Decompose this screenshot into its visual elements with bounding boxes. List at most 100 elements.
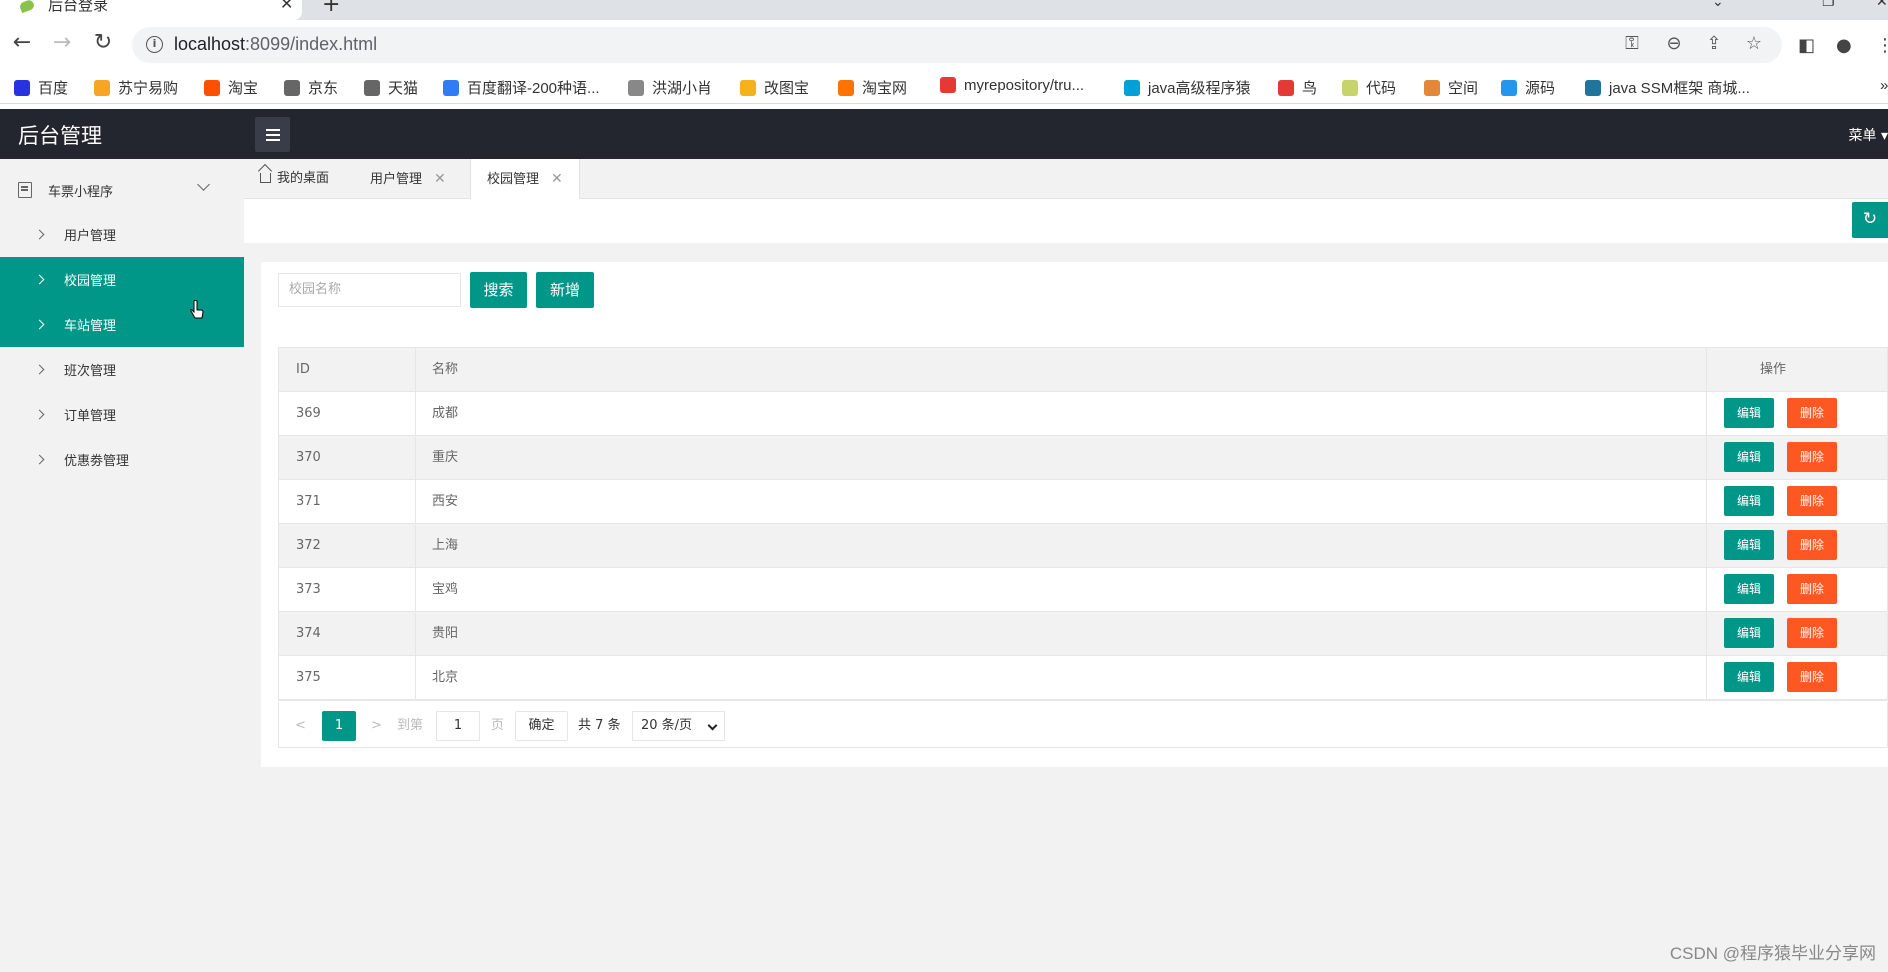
delete-button[interactable]: 删除 bbox=[1787, 574, 1837, 604]
edit-button[interactable]: 编辑 bbox=[1724, 574, 1774, 604]
side-panel-icon[interactable]: ◧ bbox=[1798, 35, 1815, 56]
page-size-select[interactable]: 20 条/页 bbox=[632, 711, 725, 741]
bookmark-item[interactable]: 鸟 bbox=[1278, 77, 1317, 97]
sidebar-item-orders[interactable]: 订单管理 bbox=[0, 392, 244, 437]
edit-button[interactable]: 编辑 bbox=[1724, 530, 1774, 560]
edit-button[interactable]: 编辑 bbox=[1724, 398, 1774, 428]
bookmark-item[interactable]: 空间 bbox=[1424, 77, 1478, 97]
bookmark-favicon-icon bbox=[838, 80, 854, 96]
leaf-favicon-icon bbox=[18, 0, 36, 14]
chevron-right-icon bbox=[34, 229, 45, 240]
page-current[interactable]: 1 bbox=[322, 711, 356, 741]
new-tab-icon[interactable]: + bbox=[322, 0, 340, 17]
search-button[interactable]: 搜索 bbox=[470, 272, 527, 308]
total-count: 共 7 条 bbox=[578, 718, 621, 733]
sidebar-item-schedule[interactable]: 班次管理 bbox=[0, 347, 244, 392]
bookmark-item[interactable]: 洪湖小肖 bbox=[628, 77, 712, 97]
bookmark-item[interactable]: 代码 bbox=[1342, 77, 1396, 97]
delete-button[interactable]: 删除 bbox=[1787, 662, 1837, 692]
bookmark-item[interactable]: 天猫 bbox=[364, 77, 418, 97]
column-header-id: ID bbox=[296, 362, 310, 377]
delete-button[interactable]: 删除 bbox=[1787, 486, 1837, 516]
menu-toggle-button[interactable] bbox=[255, 117, 290, 152]
cell-id: 375 bbox=[296, 670, 321, 685]
sidebar-item-users[interactable]: 用户管理 bbox=[0, 212, 244, 257]
sidebar-item-campus[interactable]: 校园管理 bbox=[0, 257, 244, 302]
bookmark-favicon-icon bbox=[14, 80, 30, 96]
bookmark-item[interactable]: java SSM框架 商城... bbox=[1585, 77, 1750, 97]
bookmark-item[interactable]: 苏宁易购 bbox=[94, 77, 178, 97]
bookmark-label: java高级程序猿 bbox=[1148, 80, 1251, 97]
sidebar-item-label: 校园管理 bbox=[64, 274, 117, 289]
edit-button[interactable]: 编辑 bbox=[1724, 618, 1774, 648]
bookmark-favicon-icon bbox=[740, 80, 756, 96]
refresh-button[interactable]: ↻ bbox=[1852, 202, 1888, 238]
bookmark-favicon-icon bbox=[1424, 80, 1440, 96]
bookmark-label: 改图宝 bbox=[764, 80, 810, 97]
kebab-menu-icon[interactable]: ⋮ bbox=[1876, 35, 1888, 56]
bookmark-label: 苏宁易购 bbox=[118, 80, 179, 97]
search-input[interactable]: 校园名称 bbox=[278, 273, 461, 307]
chevron-right-icon bbox=[34, 319, 45, 330]
zoom-icon[interactable]: ⊖ bbox=[1662, 33, 1686, 54]
omnibox[interactable]: i localhost:8099/index.html ⚿ ⊖ ⇪ ☆ bbox=[132, 27, 1782, 63]
next-page-icon[interactable]: > bbox=[371, 711, 382, 741]
profile-avatar-icon[interactable]: ● bbox=[1836, 35, 1852, 56]
bookmark-label: 洪湖小肖 bbox=[652, 80, 713, 97]
tab-user-management[interactable]: 用户管理 ✕ bbox=[370, 159, 446, 199]
url-text[interactable]: localhost:8099/index.html bbox=[174, 34, 377, 55]
delete-button[interactable]: 删除 bbox=[1787, 398, 1837, 428]
restore-window-icon[interactable]: ❐ bbox=[1822, 0, 1835, 10]
bookmark-label: 鸟 bbox=[1302, 80, 1318, 97]
info-icon[interactable]: i bbox=[146, 36, 163, 53]
add-button[interactable]: 新增 bbox=[536, 272, 594, 308]
edit-button[interactable]: 编辑 bbox=[1724, 662, 1774, 692]
share-icon[interactable]: ⇪ bbox=[1702, 33, 1726, 54]
sidebar-item-station[interactable]: 车站管理 bbox=[0, 302, 244, 347]
prev-page-icon[interactable]: < bbox=[295, 711, 306, 741]
key-icon[interactable]: ⚿ bbox=[1620, 33, 1644, 54]
bookmark-favicon-icon bbox=[1342, 80, 1358, 96]
content-panel: 校园名称 搜索 新增 ID 名称 操作 369 成都 编辑 删除 370 重庆 编辑 删除 37… bbox=[261, 262, 1888, 767]
forward-arrow-icon[interactable]: → bbox=[48, 30, 76, 58]
star-icon[interactable]: ☆ bbox=[1742, 33, 1766, 54]
bookmark-item[interactable]: 百度翻译-200种语... bbox=[443, 77, 600, 97]
bookmarks-overflow-icon[interactable]: » bbox=[1880, 77, 1888, 97]
bookmark-item[interactable]: 百度 bbox=[14, 77, 68, 97]
close-icon[interactable]: ✕ bbox=[280, 0, 293, 13]
browser-tab[interactable]: 后台登录 ✕ bbox=[0, 0, 302, 20]
bookmark-item[interactable]: myrepository/tru... bbox=[940, 77, 1084, 97]
bookmark-favicon-icon bbox=[1278, 80, 1294, 96]
bookmark-item[interactable]: 京东 bbox=[284, 77, 338, 97]
edit-button[interactable]: 编辑 bbox=[1724, 442, 1774, 472]
delete-button[interactable]: 删除 bbox=[1787, 618, 1837, 648]
edit-button[interactable]: 编辑 bbox=[1724, 486, 1774, 516]
sidebar-item-coupons[interactable]: 优惠劵管理 bbox=[0, 437, 244, 482]
delete-button[interactable]: 删除 bbox=[1787, 442, 1837, 472]
bookmark-item[interactable]: 源码 bbox=[1501, 77, 1555, 97]
bookmark-item[interactable]: 淘宝 bbox=[204, 77, 258, 97]
bookmark-item[interactable]: 改图宝 bbox=[740, 77, 809, 97]
bookmark-label: java SSM框架 商城... bbox=[1609, 80, 1750, 97]
tab-my-desktop[interactable]: 我的桌面 bbox=[260, 159, 329, 199]
bookmark-favicon-icon bbox=[443, 80, 459, 96]
chevron-down-icon[interactable]: ⌄ bbox=[1712, 0, 1724, 10]
bookmark-label: 代码 bbox=[1366, 80, 1397, 97]
sidebar-group-ticket-app[interactable]: 车票小程序 bbox=[0, 174, 244, 208]
header-menu[interactable]: 菜单 ▾ bbox=[1849, 125, 1888, 145]
bookmark-item[interactable]: java高级程序猿 bbox=[1124, 77, 1251, 97]
goto-page-input[interactable]: 1 bbox=[436, 711, 480, 741]
bookmark-favicon-icon bbox=[94, 80, 110, 96]
bookmark-favicon-icon bbox=[1501, 80, 1517, 96]
close-window-icon[interactable]: ✕ bbox=[1876, 0, 1888, 10]
back-arrow-icon[interactable]: ← bbox=[8, 30, 36, 58]
close-tab-icon[interactable]: ✕ bbox=[551, 171, 563, 187]
bookmark-item[interactable]: 淘宝网 bbox=[838, 77, 907, 97]
main-content: 我的桌面 用户管理 ✕ 校园管理 ✕ ↻ 校园名称 搜索 新增 ID 名称 操作 3… bbox=[244, 159, 1888, 972]
tab-campus-management[interactable]: 校园管理 ✕ bbox=[470, 159, 580, 199]
close-tab-icon[interactable]: ✕ bbox=[434, 171, 446, 187]
sidebar-group-label: 车票小程序 bbox=[48, 185, 114, 200]
goto-confirm-button[interactable]: 确定 bbox=[515, 711, 568, 741]
reload-icon[interactable]: ↻ bbox=[89, 30, 117, 58]
delete-button[interactable]: 删除 bbox=[1787, 530, 1837, 560]
